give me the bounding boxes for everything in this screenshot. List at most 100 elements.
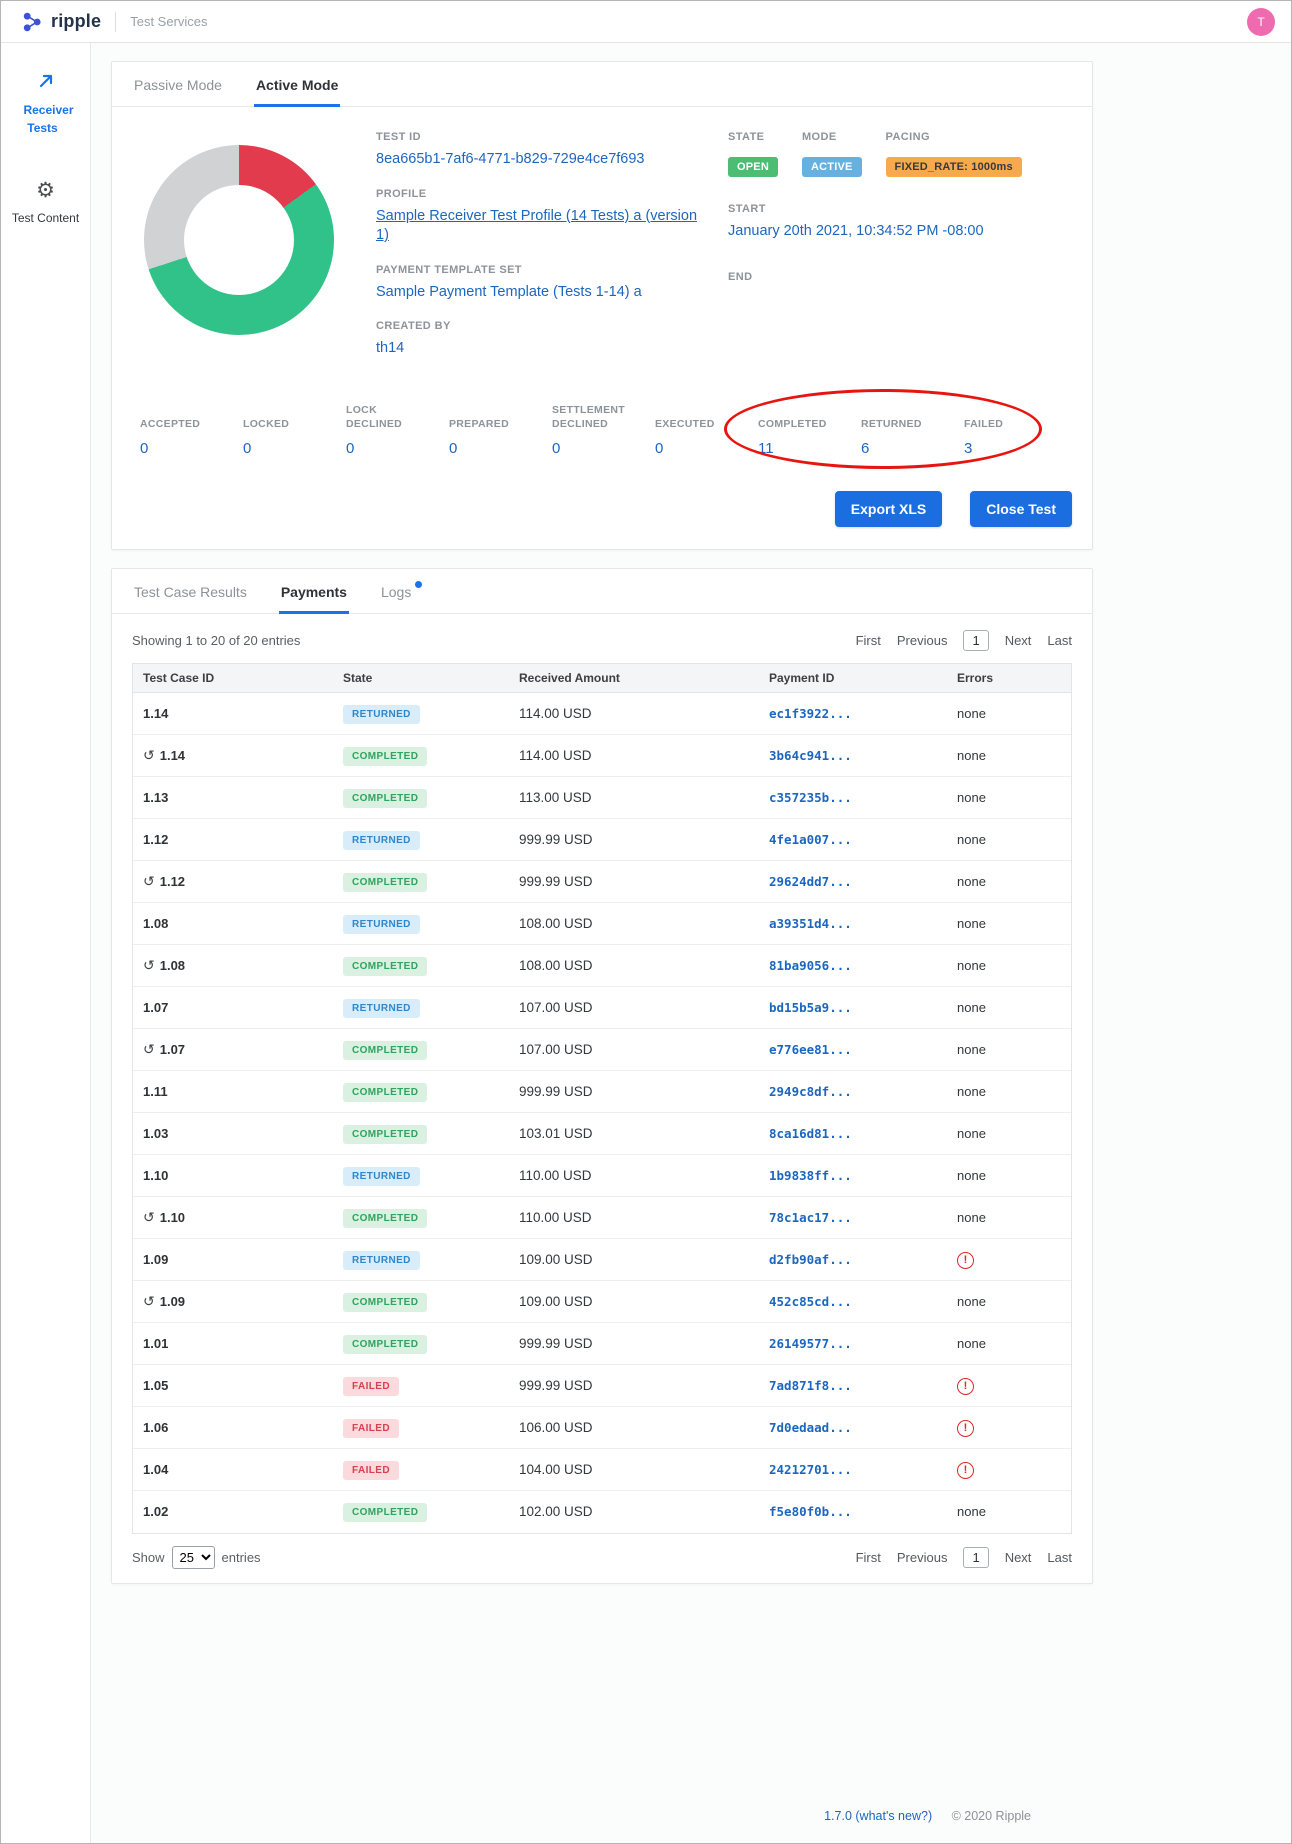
stat-value: 6 (861, 440, 964, 457)
tab-payments[interactable]: Payments (279, 569, 349, 614)
received-amount: 999.99 USD (519, 1084, 593, 1099)
payment-id-link[interactable]: 4fe1a007... (769, 832, 852, 847)
pagination-previous[interactable]: Previous (897, 1550, 948, 1565)
retry-icon: ↺ (143, 747, 155, 763)
ripple-logo-icon (21, 11, 43, 33)
sidebar-item-test-content[interactable]: ⚙ Test Content (1, 179, 90, 227)
version-link[interactable]: 1.7.0 (what's new?) (824, 1809, 932, 1823)
table-row: 1.06FAILED106.00 USD7d0edaad...! (133, 1407, 1071, 1449)
state-label: STATE (728, 131, 778, 143)
stat-executed: EXECUTED0 (655, 403, 758, 457)
payment-id-link[interactable]: 452c85cd... (769, 1294, 852, 1309)
test-case-id: 1.11 (143, 1084, 168, 1099)
errors-value: none (957, 1294, 986, 1309)
payments-table-body: 1.14RETURNED114.00 USDec1f3922...none↺1.… (133, 693, 1071, 1533)
tab-passive-mode[interactable]: Passive Mode (132, 62, 224, 107)
tab-active-mode[interactable]: Active Mode (254, 62, 340, 107)
table-row: 1.05FAILED999.99 USD7ad871f8...! (133, 1365, 1071, 1407)
copyright-text: © 2020 Ripple (952, 1809, 1031, 1823)
payment-id-link[interactable]: ec1f3922... (769, 706, 852, 721)
test-case-id: 1.01 (143, 1336, 168, 1351)
error-icon[interactable]: ! (957, 1420, 974, 1437)
test-case-id: 1.04 (143, 1462, 168, 1477)
payment-id-link[interactable]: 81ba9056... (769, 958, 852, 973)
test-case-id: 1.10 (160, 1210, 185, 1225)
table-row: 1.03COMPLETED103.01 USD8ca16d81...none (133, 1113, 1071, 1155)
pagination-next[interactable]: Next (1005, 1550, 1032, 1565)
pagination-last[interactable]: Last (1047, 633, 1072, 648)
payment-id-link[interactable]: a39351d4... (769, 916, 852, 931)
payment-id-link[interactable]: 26149577... (769, 1336, 852, 1351)
pagination-first[interactable]: First (856, 1550, 881, 1565)
export-xls-button[interactable]: Export XLS (835, 491, 942, 527)
payment-id-link[interactable]: d2fb90af... (769, 1252, 852, 1267)
pacing-badge: FIXED_RATE: 1000ms (886, 157, 1022, 177)
table-row: ↺1.12COMPLETED999.99 USD29624dd7...none (133, 861, 1071, 903)
payment-id-link[interactable]: 24212701... (769, 1462, 852, 1477)
showing-entries-text: Showing 1 to 20 of 20 entries (132, 633, 300, 648)
stat-label: SETTLEMENT DECLINED (552, 403, 626, 431)
payment-id-link[interactable]: 7ad871f8... (769, 1378, 852, 1393)
state-pill: RETURNED (343, 915, 420, 934)
brand-name: ripple (51, 11, 101, 32)
received-amount: 107.00 USD (519, 1042, 593, 1057)
results-tabs: Test Case Results Payments Logs (112, 569, 1092, 614)
profile-link[interactable]: Sample Receiver Test Profile (14 Tests) … (376, 208, 697, 243)
pagination-first[interactable]: First (856, 633, 881, 648)
test-case-id: 1.14 (160, 748, 185, 763)
pagination-current-page[interactable]: 1 (963, 630, 988, 651)
received-amount: 108.00 USD (519, 916, 593, 931)
payment-id-link[interactable]: 7d0edaad... (769, 1420, 852, 1435)
test-case-id: 1.12 (160, 874, 185, 889)
test-case-id: 1.02 (143, 1504, 168, 1519)
errors-value: none (957, 790, 986, 805)
payment-id-link[interactable]: 78c1ac17... (769, 1210, 852, 1225)
pagination-previous[interactable]: Previous (897, 633, 948, 648)
column-header-test-case-id: Test Case ID (133, 664, 333, 692)
payment-id-link[interactable]: 8ca16d81... (769, 1126, 852, 1141)
test-info-column: TEST ID 8ea665b1-7af6-4771-b829-729e4ce7… (376, 131, 706, 377)
created-by-value: th14 (376, 339, 706, 358)
test-overview-card: Passive Mode Active Mode TEST ID 8ea (111, 61, 1093, 550)
close-test-button[interactable]: Close Test (970, 491, 1072, 527)
stat-value: 0 (346, 440, 449, 457)
received-amount: 999.99 USD (519, 1336, 593, 1351)
page-size-select[interactable]: 25 (172, 1546, 215, 1569)
pagination-current-page[interactable]: 1 (963, 1547, 988, 1568)
stat-settlement-declined: SETTLEMENT DECLINED0 (552, 403, 655, 457)
sidebar-item-receiver-tests[interactable]: Receiver Tests (1, 71, 90, 137)
mode-label: MODE (802, 131, 862, 143)
payment-id-link[interactable]: 2949c8df... (769, 1084, 852, 1099)
errors-value: none (957, 1168, 986, 1183)
table-row: ↺1.14COMPLETED114.00 USD3b64c941...none (133, 735, 1071, 777)
state-pill: COMPLETED (343, 747, 427, 766)
pagination-bottom: First Previous 1 Next Last (856, 1547, 1072, 1568)
actions-row: Export XLS Close Test (132, 491, 1072, 527)
payment-id-link[interactable]: 1b9838ff... (769, 1168, 852, 1183)
state-pill: COMPLETED (343, 789, 427, 808)
entries-label: entries (222, 1550, 261, 1565)
user-avatar[interactable]: T (1247, 8, 1275, 36)
pagination-next[interactable]: Next (1005, 633, 1032, 648)
error-icon[interactable]: ! (957, 1252, 974, 1269)
payment-template-label: PAYMENT TEMPLATE SET (376, 264, 706, 276)
error-icon[interactable]: ! (957, 1378, 974, 1395)
payment-id-link[interactable]: 29624dd7... (769, 874, 852, 889)
payment-id-link[interactable]: c357235b... (769, 790, 852, 805)
table-row: ↺1.08COMPLETED108.00 USD81ba9056...none (133, 945, 1071, 987)
main-content: Passive Mode Active Mode TEST ID 8ea (91, 43, 1291, 1843)
tab-logs[interactable]: Logs (379, 569, 413, 614)
error-icon[interactable]: ! (957, 1462, 974, 1479)
page-footer: 1.7.0 (what's new?) © 2020 Ripple (111, 1797, 1093, 1829)
pagination-last[interactable]: Last (1047, 1550, 1072, 1565)
payment-id-link[interactable]: 3b64c941... (769, 748, 852, 763)
tab-test-case-results[interactable]: Test Case Results (132, 569, 249, 614)
payment-id-link[interactable]: f5e80f0b... (769, 1504, 852, 1519)
stat-value: 3 (964, 440, 1067, 457)
payment-id-link[interactable]: bd15b5a9... (769, 1000, 852, 1015)
app-header: ripple Test Services T (1, 1, 1291, 43)
retry-icon: ↺ (143, 873, 155, 889)
app-window: ripple Test Services T Receiver Tests ⚙ … (0, 0, 1292, 1844)
state-pill: COMPLETED (343, 1083, 427, 1102)
payment-id-link[interactable]: e776ee81... (769, 1042, 852, 1057)
